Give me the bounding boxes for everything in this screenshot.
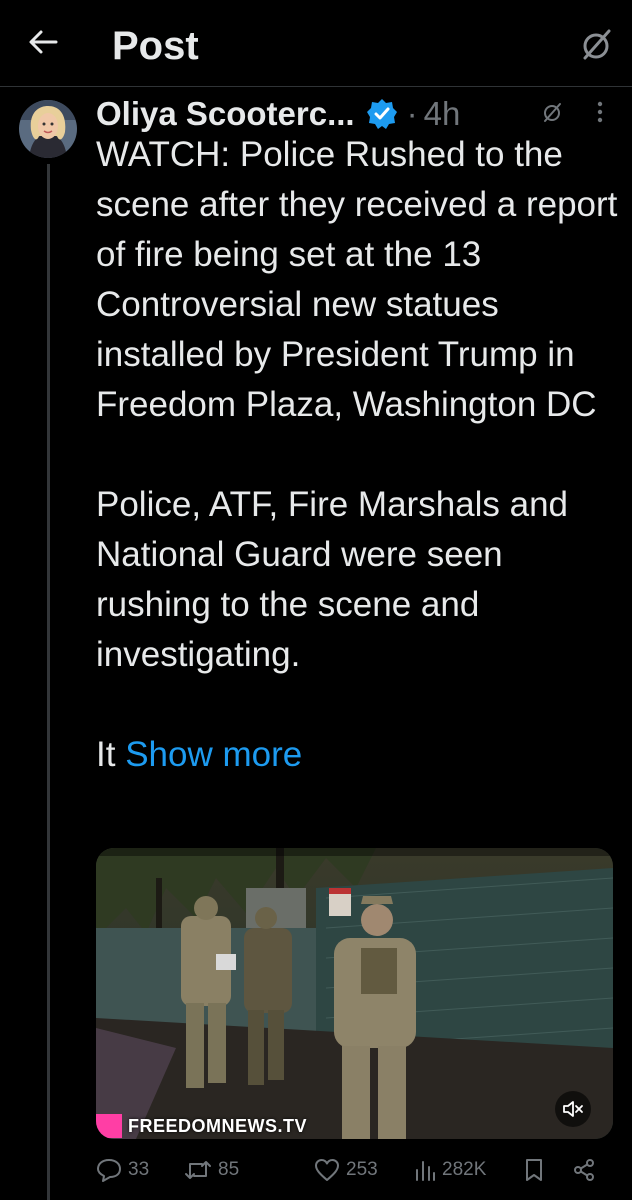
separator-dot: ·	[406, 95, 418, 132]
heart-icon	[314, 1158, 340, 1182]
avatar[interactable]	[19, 100, 77, 158]
mute-button[interactable]	[555, 1091, 591, 1127]
post-paragraph-1: WATCH: Police Rushed to the scene after …	[96, 135, 618, 424]
views-button[interactable]: 282K	[414, 1150, 486, 1190]
like-count: 253	[346, 1159, 378, 1180]
truncated-prefix: It	[96, 735, 116, 774]
repost-arrows-icon	[184, 1158, 212, 1182]
repost-count: 85	[218, 1159, 240, 1180]
speaker-muted-icon	[562, 1099, 584, 1119]
more-options-button[interactable]	[588, 98, 612, 130]
grok-slash-circle-icon	[579, 27, 613, 66]
video-watermark: FREEDOMNEWS.TV	[96, 1110, 307, 1139]
freedomnews-logo-icon	[96, 1114, 122, 1138]
repost-button[interactable]: 85	[184, 1150, 239, 1190]
like-button[interactable]: 253	[314, 1150, 378, 1190]
post-action-bar: 33 85 253 282K	[96, 1150, 616, 1190]
top-bar: Post	[0, 0, 632, 87]
more-vertical-icon	[597, 101, 603, 128]
arrow-left-icon	[28, 29, 58, 60]
post-timestamp[interactable]: 4h	[424, 95, 461, 133]
share-button[interactable]	[572, 1150, 596, 1190]
share-nodes-icon	[572, 1158, 596, 1182]
video-player[interactable]: FREEDOMNEWS.TV	[96, 848, 613, 1139]
back-button[interactable]	[18, 22, 68, 66]
show-more-link[interactable]: Show more	[125, 735, 302, 774]
verified-badge-icon	[365, 97, 399, 131]
bar-chart-icon	[414, 1158, 436, 1182]
reply-bubble-icon	[96, 1158, 122, 1182]
page-title: Post	[112, 24, 199, 68]
post-text: WATCH: Police Rushed to the scene after …	[96, 130, 626, 780]
truncated-line: It Show more	[96, 730, 626, 780]
bookmark-button[interactable]	[524, 1150, 544, 1190]
post-paragraph-2: Police, ATF, Fire Marshals and National …	[96, 485, 569, 674]
reply-count: 33	[128, 1159, 150, 1180]
thread-connector-line	[47, 164, 50, 1200]
grok-button[interactable]	[574, 24, 618, 68]
app-root: Post Oliya Scooterc... · 4h WATCH: Polic…	[0, 0, 632, 1200]
author-name[interactable]: Oliya Scooterc...	[96, 95, 355, 133]
view-count: 282K	[442, 1159, 487, 1180]
watermark-text: FREEDOMNEWS.TV	[128, 1115, 308, 1136]
video-frame	[96, 848, 613, 1139]
post-grok-button[interactable]	[536, 98, 568, 130]
reply-button[interactable]: 33	[96, 1150, 149, 1190]
grok-slash-circle-icon	[541, 101, 563, 128]
bookmark-icon	[524, 1158, 544, 1182]
